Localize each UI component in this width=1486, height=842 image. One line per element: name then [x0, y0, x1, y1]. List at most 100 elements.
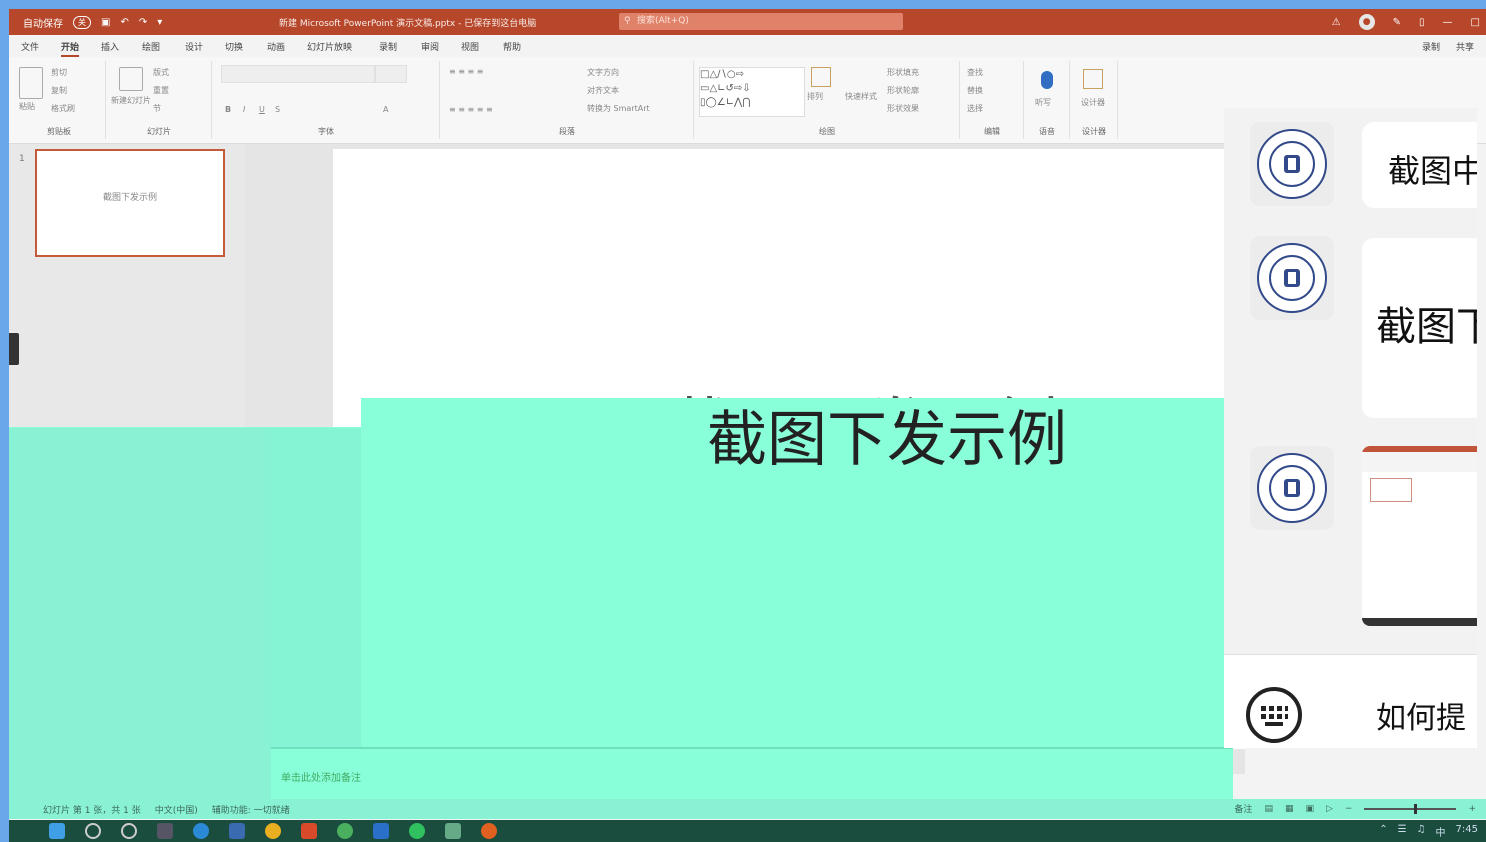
- reading-view-icon[interactable]: ▣: [1305, 804, 1314, 814]
- format-painter-button[interactable]: 格式刷: [51, 103, 75, 114]
- clock[interactable]: 7:45: [1456, 824, 1478, 839]
- tab-home[interactable]: 开始: [61, 40, 80, 57]
- save-icon[interactable]: ▣: [101, 17, 110, 28]
- powerpoint-icon[interactable]: [301, 823, 317, 839]
- bullets-icon[interactable]: ≡ ≡ ≡ ≡: [449, 67, 483, 76]
- pen-icon[interactable]: ✎: [1393, 17, 1401, 28]
- avatar[interactable]: ●: [1358, 14, 1375, 30]
- language-status[interactable]: 中文(中国): [155, 803, 198, 816]
- maximize-icon[interactable]: □: [1471, 17, 1480, 28]
- firefox-icon[interactable]: [481, 823, 497, 839]
- shapes-gallery[interactable]: □△∕∖○⇨ ▭△∟↺⇨⇩ ▯◯∠∟⋀⋂: [699, 67, 805, 117]
- customize-icon[interactable]: ▾: [157, 17, 162, 28]
- word-icon[interactable]: [373, 823, 389, 839]
- strikethrough-icon[interactable]: S: [275, 105, 280, 114]
- zoom-slider[interactable]: [1364, 803, 1457, 814]
- slide-thumbnail[interactable]: 截图下发示例: [35, 149, 225, 257]
- align-icons[interactable]: ≡ ≡ ≡ ≡ ≡: [449, 105, 493, 114]
- network-icon[interactable]: ☰: [1398, 824, 1407, 839]
- app-icon[interactable]: [337, 823, 353, 839]
- find-button[interactable]: 查找: [967, 67, 983, 78]
- tab-record[interactable]: 录制: [379, 40, 397, 53]
- cut-button[interactable]: 剪切: [51, 67, 67, 78]
- tab-slideshow[interactable]: 幻灯片放映: [307, 40, 352, 53]
- tray-chevron-icon[interactable]: ⌃: [1379, 824, 1387, 839]
- wechat-icon[interactable]: [409, 823, 425, 839]
- microphone-icon[interactable]: [1041, 71, 1053, 89]
- redo-icon[interactable]: ↷: [139, 17, 147, 28]
- new-slide-button[interactable]: 新建幻灯片: [111, 95, 151, 106]
- volume-icon[interactable]: ♫: [1417, 824, 1426, 839]
- shape-effects-button[interactable]: 形状效果: [887, 103, 919, 114]
- normal-view-icon[interactable]: ▤: [1264, 804, 1273, 814]
- font-size-input[interactable]: [375, 65, 407, 83]
- quick-question[interactable]: 如何提: [1376, 693, 1466, 737]
- tab-help[interactable]: 帮助: [503, 40, 521, 53]
- accessibility-status[interactable]: 辅助功能: 一切就绪: [212, 803, 290, 816]
- layout-button[interactable]: 版式: [153, 67, 169, 78]
- search-taskbar-icon[interactable]: [85, 823, 101, 839]
- start-icon[interactable]: [49, 823, 65, 839]
- sender-logo[interactable]: [1250, 236, 1334, 320]
- tab-insert[interactable]: 插入: [101, 40, 119, 53]
- zoom-out-icon[interactable]: −: [1345, 804, 1353, 814]
- italic-icon[interactable]: I: [243, 105, 245, 114]
- minimize-icon[interactable]: —: [1443, 17, 1453, 28]
- designer-button[interactable]: 设计器: [1081, 97, 1105, 108]
- chrome-icon[interactable]: [265, 823, 281, 839]
- autosave-toggle[interactable]: 关: [73, 16, 91, 29]
- paste-icon[interactable]: [19, 67, 43, 99]
- smartart-button[interactable]: 转换为 SmartArt: [587, 103, 650, 114]
- reset-button[interactable]: 重置: [153, 85, 169, 96]
- text-direction-button[interactable]: 文字方向: [587, 67, 619, 78]
- messenger-icon[interactable]: [445, 823, 461, 839]
- tab-review[interactable]: 审阅: [421, 40, 439, 53]
- ribbon-display-icon[interactable]: ▯: [1419, 17, 1425, 28]
- tab-view[interactable]: 视图: [461, 40, 479, 53]
- task-view-icon[interactable]: [157, 823, 173, 839]
- section-button[interactable]: 节: [153, 103, 161, 114]
- record-button[interactable]: 录制: [1422, 40, 1440, 53]
- new-slide-icon[interactable]: [119, 67, 143, 91]
- keyboard-icon[interactable]: [1246, 687, 1302, 743]
- edge-icon[interactable]: [193, 823, 209, 839]
- dictate-button[interactable]: 听写: [1035, 97, 1051, 108]
- ime-indicator[interactable]: 中: [1436, 824, 1446, 839]
- screenshot-image[interactable]: [1362, 446, 1477, 626]
- store-icon[interactable]: [229, 823, 245, 839]
- font-name-input[interactable]: [221, 65, 375, 83]
- undo-icon[interactable]: ↶: [120, 17, 128, 28]
- warning-icon[interactable]: ⚠: [1332, 17, 1341, 28]
- chat-bubble-2[interactable]: 截图下: [1362, 238, 1477, 418]
- search-box[interactable]: ⚲ 搜索(Alt+Q): [619, 13, 903, 30]
- paste-button[interactable]: 粘贴: [19, 101, 35, 112]
- sorter-view-icon[interactable]: ▦: [1285, 804, 1294, 814]
- replace-button[interactable]: 替换: [967, 85, 983, 96]
- zoom-in-icon[interactable]: +: [1468, 804, 1476, 814]
- shape-fill-button[interactable]: 形状填充: [887, 67, 919, 78]
- quick-styles-button[interactable]: 快速样式: [845, 91, 877, 102]
- side-handle[interactable]: [9, 333, 19, 365]
- tab-draw[interactable]: 绘图: [142, 40, 160, 53]
- sender-logo[interactable]: [1250, 446, 1334, 530]
- select-button[interactable]: 选择: [967, 103, 983, 114]
- arrange-button[interactable]: 排列: [807, 91, 823, 102]
- notes-button[interactable]: 备注: [1234, 802, 1252, 815]
- designer-icon[interactable]: [1083, 69, 1103, 89]
- notes-placeholder[interactable]: 单击此处添加备注: [281, 769, 361, 784]
- bold-icon[interactable]: B: [225, 105, 231, 114]
- font-color-icon[interactable]: A: [383, 105, 388, 114]
- cortana-icon[interactable]: [121, 823, 137, 839]
- arrange-icon[interactable]: [811, 67, 831, 87]
- underline-icon[interactable]: U: [259, 105, 265, 114]
- slideshow-view-icon[interactable]: ▷: [1326, 804, 1333, 814]
- shape-outline-button[interactable]: 形状轮廓: [887, 85, 919, 96]
- share-button[interactable]: 共享: [1456, 40, 1474, 53]
- tab-design[interactable]: 设计: [185, 40, 203, 53]
- tab-transitions[interactable]: 切换: [225, 40, 243, 53]
- chat-bubble-1[interactable]: 截图中: [1362, 122, 1477, 208]
- tab-file[interactable]: 文件: [21, 40, 39, 53]
- tab-animations[interactable]: 动画: [267, 40, 285, 53]
- align-text-button[interactable]: 对齐文本: [587, 85, 619, 96]
- copy-button[interactable]: 复制: [51, 85, 67, 96]
